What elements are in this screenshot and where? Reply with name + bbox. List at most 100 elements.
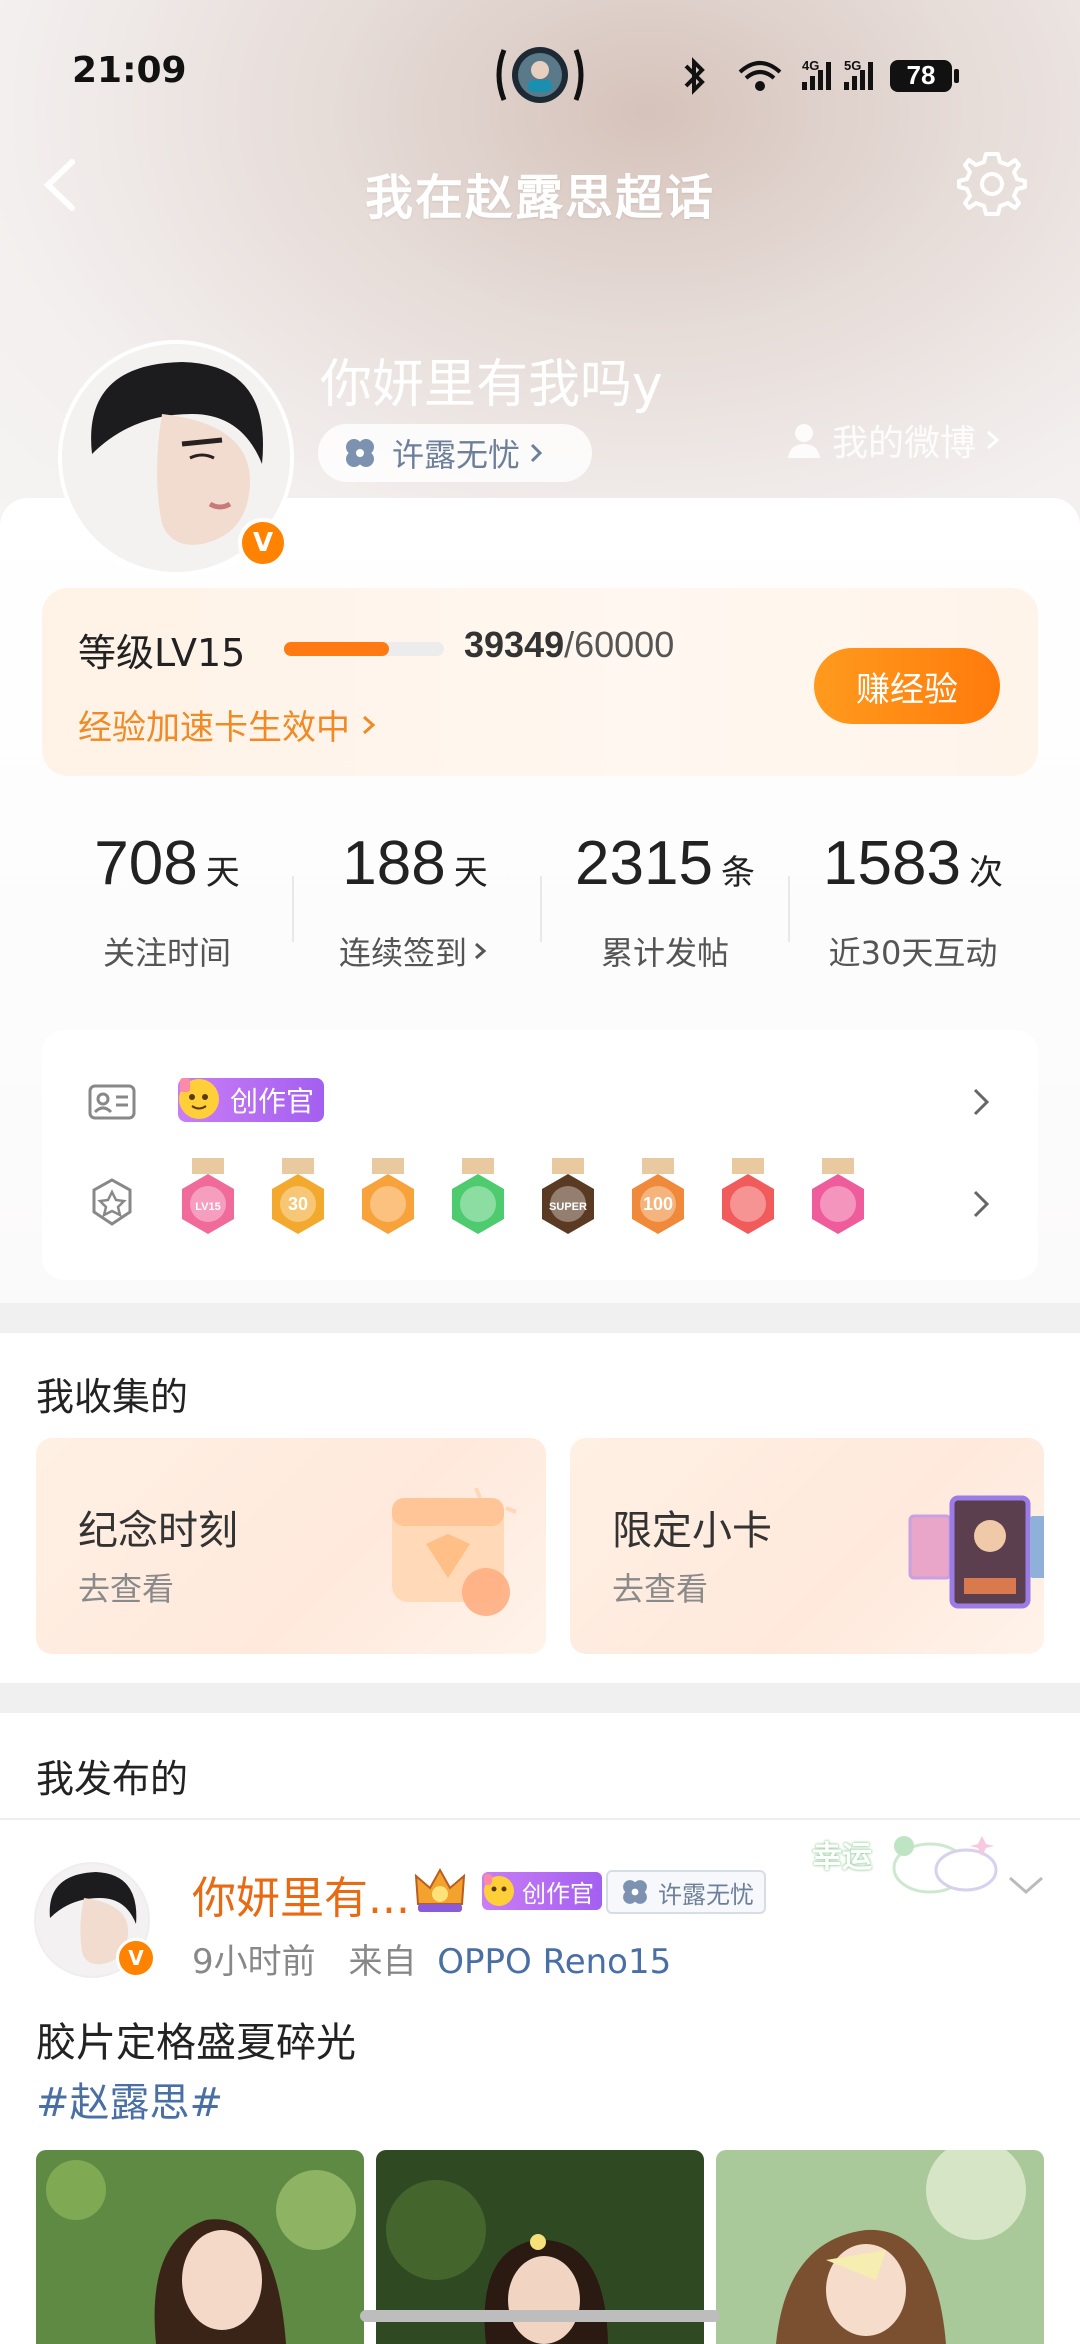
- post-source-prefix: 来自: [348, 1942, 417, 1982]
- stat-unit: 条: [720, 853, 755, 893]
- person-icon: [788, 424, 820, 458]
- post-more-button[interactable]: [1004, 1870, 1048, 1904]
- my-weibo-label: 我的微博: [832, 423, 977, 464]
- clover-icon: [623, 1880, 647, 1904]
- bluetooth-icon: [684, 57, 705, 95]
- stat-unit: 天: [453, 853, 488, 893]
- my-weibo-link[interactable]: 我的微博: [784, 412, 1004, 468]
- lucky-sticker: 幸运: [800, 1822, 1006, 1902]
- calendar-heart-icon: [392, 1487, 517, 1616]
- post-creator-tag: 创作官: [482, 1872, 602, 1910]
- collected-title: 我收集的: [36, 1375, 189, 1419]
- chevron-right-icon: [973, 1088, 990, 1116]
- stat-checkin-link[interactable]: 连续签到: [290, 928, 540, 974]
- stat-unit: 天: [205, 853, 240, 893]
- exp-counter: 39349/60000: [464, 624, 674, 666]
- post-photo[interactable]: [36, 2150, 364, 2344]
- card-action: 去查看: [78, 1570, 175, 1608]
- identity-arrow[interactable]: [970, 1084, 992, 1124]
- clover-icon: [346, 439, 374, 467]
- medal-icon: [812, 1158, 864, 1234]
- crown-badge-icon: [414, 1867, 466, 1912]
- chevron-right-icon: [530, 443, 543, 463]
- post-group-tag: 许露无忧: [606, 1870, 766, 1914]
- earn-exp-button[interactable]: 赚经验: [814, 648, 1000, 724]
- creator-mascot-icon: [484, 1874, 514, 1906]
- chevron-right-icon: [475, 942, 487, 960]
- sticker-text: 幸运: [812, 1840, 872, 1875]
- level-progress-track: [284, 642, 444, 656]
- medal-strip[interactable]: LV15 30 SUPER 100: [174, 1156, 914, 1252]
- settings-button[interactable]: [956, 148, 1028, 220]
- medal-icon: [362, 1158, 414, 1234]
- post-hashtag[interactable]: #赵露思#: [36, 2070, 223, 2128]
- post-photo[interactable]: [716, 2150, 1044, 2344]
- page-title: 我在赵露思超话: [364, 170, 715, 226]
- group-badge[interactable]: 许露无忧: [318, 424, 592, 482]
- divider: [788, 876, 790, 942]
- group-badge-label: 许露无忧: [392, 436, 521, 474]
- battery-level: 78: [906, 60, 936, 90]
- stat-label: 近30天互动: [828, 934, 998, 972]
- boost-card-link[interactable]: 经验加速卡生效中: [78, 700, 380, 749]
- medal-icon: LV15: [182, 1158, 234, 1234]
- stat-label: 关注时间: [102, 934, 231, 972]
- stat-follow-days: 708 天: [42, 828, 292, 899]
- section-divider: [0, 1683, 1080, 1713]
- medal-outline-icon: [88, 1176, 136, 1228]
- medal-label: 30: [288, 1194, 308, 1214]
- post-verified-badge: V: [116, 1938, 156, 1978]
- stat-value: 708: [94, 829, 198, 898]
- status-time: 21:09: [72, 50, 187, 91]
- medal-strip-svg: LV15 30 SUPER 100: [182, 1158, 864, 1234]
- medal-icon: [722, 1158, 774, 1234]
- boost-card-text: 经验加速卡生效中: [78, 708, 350, 748]
- wifi-icon: [738, 61, 782, 91]
- medal-label: LV15: [195, 1201, 220, 1213]
- exp-current: 39349: [464, 624, 565, 665]
- card-title: 纪念时刻: [78, 1508, 238, 1554]
- signal-5g-icon: 5G: [844, 58, 873, 90]
- stat-total-posts: 2315 条: [540, 828, 790, 899]
- group-tag-label: 许露无忧: [658, 1880, 754, 1909]
- creator-tag[interactable]: 创作官: [178, 1078, 325, 1122]
- verified-badge: V: [238, 518, 288, 568]
- limited-cards-card[interactable]: 限定小卡 去查看: [570, 1438, 1044, 1654]
- memorial-moments-card[interactable]: 纪念时刻 去查看: [36, 1438, 546, 1654]
- creator-tag-label: 创作官: [522, 1879, 594, 1908]
- divider: [292, 876, 294, 942]
- svg-text:5G: 5G: [844, 58, 861, 73]
- chevron-down-icon: [1009, 1876, 1043, 1894]
- level-progress-fill: [284, 642, 389, 656]
- published-title: 我发布的: [36, 1757, 189, 1801]
- medal-label: SUPER: [549, 1201, 587, 1213]
- stat-value: 2315: [575, 829, 713, 898]
- svg-text:4G: 4G: [802, 58, 819, 73]
- post-text: 胶片定格盛夏碎光: [36, 2020, 356, 2066]
- divider: [0, 1818, 1080, 1820]
- post-meta: 9小时前 来自 OPPO Reno15: [192, 1934, 671, 1983]
- section-divider: [0, 1303, 1080, 1333]
- nickname: 你妍里有我吗y: [320, 355, 663, 415]
- level-label: 等级LV15: [78, 631, 246, 675]
- medal-icon: [452, 1158, 504, 1234]
- id-card-icon: [88, 1082, 136, 1122]
- camera-pill: [490, 40, 590, 110]
- creator-mascot-icon: [179, 1078, 219, 1119]
- gear-icon: [957, 152, 1027, 216]
- medal-icon: 100: [632, 1158, 684, 1234]
- medal-icon: 30: [272, 1158, 324, 1234]
- post-device[interactable]: OPPO Reno15: [437, 1942, 671, 1982]
- post-time: 9小时前: [192, 1942, 316, 1982]
- stat-label: 累计发帖: [600, 934, 729, 972]
- creator-tag-label: 创作官: [230, 1085, 315, 1118]
- exp-total: /60000: [564, 624, 675, 665]
- stat-value: 1583: [823, 829, 961, 898]
- chevron-right-icon: [987, 430, 1000, 450]
- stat-value: 188: [342, 829, 446, 898]
- stat-interactions: 1583 次: [788, 828, 1038, 899]
- medals-arrow[interactable]: [970, 1186, 992, 1226]
- signal-4g-icon: 4G: [802, 58, 831, 90]
- medal-icon: SUPER: [542, 1158, 594, 1234]
- post-author[interactable]: 你妍里有...: [192, 1862, 410, 1926]
